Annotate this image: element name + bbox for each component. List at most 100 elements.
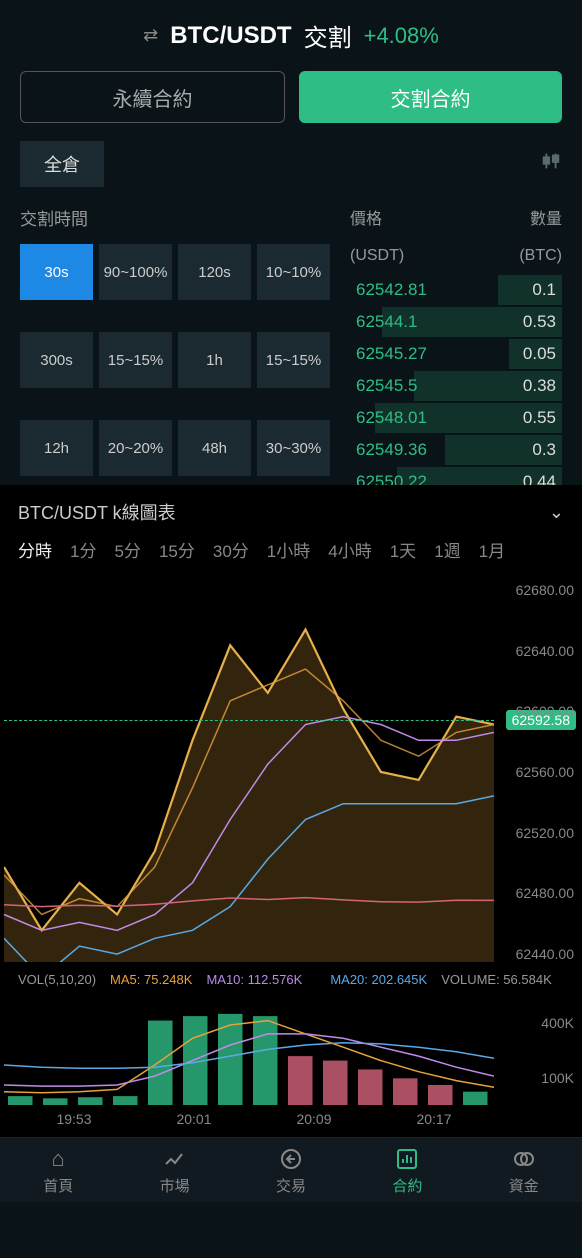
time-option-rate[interactable]: 90~100%: [99, 244, 172, 300]
vol-label: VOL(5,10,20): [18, 972, 96, 987]
ob-qty-unit: (BTC): [519, 247, 562, 265]
interval-option[interactable]: 1分: [70, 537, 96, 562]
interval-option[interactable]: 分時: [18, 537, 52, 562]
interval-option[interactable]: 4小時: [328, 537, 371, 562]
time-option-rate[interactable]: 10~10%: [257, 244, 330, 300]
x-tick: 20:17: [416, 1111, 451, 1127]
current-price-line: [4, 720, 494, 721]
chart-title: BTC/USDT k線圖表: [18, 499, 176, 525]
ob-price: 62545.27: [356, 344, 427, 364]
price-y-axis: 62680.00 62640.00 62600.00 62560.00 62520.00…: [494, 582, 574, 962]
ob-price: 62542.81: [356, 280, 427, 300]
orderbook-panel: 價格 (USDT) 數量 (BTC) 62542.81 0.1 62544.1 0.5…: [350, 205, 562, 485]
nav-label: 資金: [509, 1175, 539, 1196]
vol-y-tick: 400K: [494, 1015, 574, 1031]
nav-home[interactable]: ⌂ 首頁: [43, 1146, 73, 1196]
nav-label: 首頁: [43, 1175, 73, 1196]
interval-option[interactable]: 1天: [390, 537, 416, 562]
time-x-axis: 19:53 20:01 20:09 20:17: [4, 1105, 578, 1137]
orderbook-row[interactable]: 62550.22 0.44: [350, 467, 562, 485]
interval-option[interactable]: 15分: [159, 537, 195, 562]
ob-qty-label: 數量: [519, 205, 562, 229]
volume-y-axis: 400K100K: [494, 995, 574, 1105]
ob-qty: 0.05: [523, 344, 556, 364]
orderbook-rows: 62542.810.162544.10.5362545.270.0562545.…: [350, 275, 562, 485]
time-option[interactable]: 120s: [178, 244, 251, 300]
delivery-time-panel: 交割時間 30s 90~100% 120s 10~10% 300s 15~15%…: [20, 205, 330, 485]
orderbook-row[interactable]: 62542.81 0.1: [350, 275, 562, 305]
swap-icon[interactable]: ⇄: [143, 25, 158, 46]
margin-mode-button[interactable]: 全倉: [20, 141, 104, 187]
time-grid: 30s 90~100% 120s 10~10% 300s 15~15% 1h 1…: [20, 244, 330, 476]
ob-qty: 0.1: [532, 280, 556, 300]
interval-option[interactable]: 30分: [213, 537, 249, 562]
nav-label: 交易: [276, 1175, 306, 1196]
mid-section: 交割時間 30s 90~100% 120s 10~10% 300s 15~15%…: [0, 195, 582, 485]
contract-type-label: 交割: [304, 18, 352, 53]
candle-settings-icon[interactable]: [540, 150, 562, 178]
ob-price: 62545.5: [356, 376, 417, 396]
time-option[interactable]: 12h: [20, 420, 93, 476]
vol-ma5: MA5: 75.248K: [110, 972, 192, 987]
y-tick: 62520.00: [494, 825, 574, 841]
time-option-rate[interactable]: 15~15%: [257, 332, 330, 388]
tab-perpetual[interactable]: 永續合約: [20, 71, 285, 123]
interval-option[interactable]: 1月: [479, 537, 505, 562]
price-chart[interactable]: 62592.58 62680.0062640.0062600.0062560.0…: [4, 582, 578, 962]
interval-option[interactable]: 1小時: [267, 537, 310, 562]
time-option[interactable]: 30s: [20, 244, 93, 300]
time-option-rate[interactable]: 20~20%: [99, 420, 172, 476]
ob-price: 62544.1: [356, 312, 417, 332]
nav-funds[interactable]: 資金: [509, 1146, 539, 1196]
trend-icon: [163, 1146, 187, 1172]
controls-row: 全倉: [0, 123, 582, 195]
interval-option[interactable]: 1週: [434, 537, 460, 562]
chart-icon: [395, 1146, 419, 1172]
time-option[interactable]: 48h: [178, 420, 251, 476]
ob-price-label: 價格: [350, 205, 404, 229]
time-option[interactable]: 1h: [178, 332, 251, 388]
interval-selector: 分時 1分 5分 15分 30分 1小時 4小時 1天 1週 1月: [0, 533, 582, 572]
ob-qty: 0.3: [532, 440, 556, 460]
chevron-down-icon[interactable]: ⌄: [549, 502, 564, 523]
chart-section: BTC/USDT k線圖表 ⌄ 分時 1分 5分 15分 30分 1小時 4小時 1天 1週 1月…: [0, 485, 582, 1137]
bottom-nav: ⌂ 首頁 市場 交易 合約 資金: [0, 1137, 582, 1202]
orderbook-row[interactable]: 62549.36 0.3: [350, 435, 562, 465]
nav-trade[interactable]: 交易: [276, 1146, 306, 1196]
x-tick: 20:09: [296, 1111, 331, 1127]
nav-label: 合約: [392, 1175, 422, 1196]
vol-ma20: MA20: 202.645K: [330, 972, 427, 987]
y-tick: 62480.00: [494, 885, 574, 901]
y-tick: 62600.00: [494, 703, 574, 719]
orderbook-row[interactable]: 62545.5 0.38: [350, 371, 562, 401]
ob-price-unit: (USDT): [350, 247, 404, 265]
nav-contract[interactable]: 合約: [392, 1146, 422, 1196]
volume-svg: [4, 995, 494, 1105]
time-option-rate[interactable]: 15~15%: [99, 332, 172, 388]
price-plot-svg: [4, 582, 494, 962]
ob-price: 62548.01: [356, 408, 427, 428]
y-tick: 62680.00: [494, 582, 574, 598]
x-tick: 19:53: [56, 1111, 91, 1127]
time-option-rate[interactable]: 30~30%: [257, 420, 330, 476]
vol-volume: VOLUME: 56.584K: [441, 972, 552, 987]
ob-qty: 0.44: [523, 472, 556, 485]
y-tick: 62640.00: [494, 643, 574, 659]
vol-ma10: MA10: 112.576K: [206, 972, 302, 987]
ob-price: 62549.36: [356, 440, 427, 460]
nav-label: 市場: [160, 1175, 190, 1196]
orderbook-row[interactable]: 62544.1 0.53: [350, 307, 562, 337]
interval-option[interactable]: 5分: [114, 537, 140, 562]
time-option[interactable]: 300s: [20, 332, 93, 388]
y-tick: 62560.00: [494, 764, 574, 780]
orderbook-row[interactable]: 62545.27 0.05: [350, 339, 562, 369]
volume-chart[interactable]: 400K100K: [4, 995, 578, 1105]
x-tick: 20:01: [176, 1111, 211, 1127]
nav-market[interactable]: 市場: [160, 1146, 190, 1196]
orderbook-row[interactable]: 62548.010.55: [350, 403, 562, 433]
ob-price: 62550.22: [356, 472, 427, 485]
ob-qty: 0.53: [523, 312, 556, 332]
tab-delivery[interactable]: 交割合約: [299, 71, 562, 123]
price-change-pct: +4.08%: [364, 23, 439, 49]
ob-qty: 0.38: [523, 376, 556, 396]
